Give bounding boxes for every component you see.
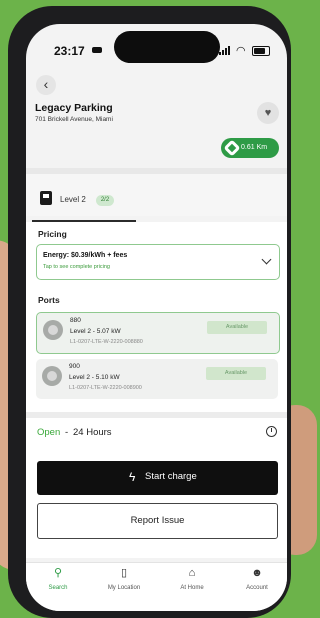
start-charge-button[interactable]: ϟ Start charge — [37, 461, 278, 495]
nav-my-location[interactable]: ▯ My Location — [94, 566, 154, 591]
location-title: Legacy Parking — [35, 102, 113, 114]
wifi-icon: ◠ — [236, 45, 246, 57]
nav-account[interactable]: ☻ Account — [227, 566, 287, 591]
pricing-energy: Energy: $0.39/kWh + fees — [43, 252, 128, 259]
port-id: 900 — [69, 363, 80, 370]
nav-label: Account — [246, 585, 268, 591]
nav-search[interactable]: ⚲ Search — [28, 566, 88, 591]
chevron-down-icon — [261, 254, 272, 265]
open-status: Open — [37, 427, 61, 438]
tab-count-badge: 2/2 — [96, 195, 114, 206]
phone-screen: 23:17 ◠ ‹ Legacy Parking 701 Brickell Av… — [26, 24, 287, 611]
port-power: Level 2 - 5.10 kW — [69, 374, 120, 381]
home-icon: ⌂ — [188, 567, 196, 579]
port-id: 880 — [70, 317, 81, 324]
nav-at-home[interactable]: ⌂ At Home — [162, 566, 222, 591]
distance-label: 0.61 Km — [241, 144, 268, 151]
dynamic-island — [114, 31, 220, 63]
location-address: 701 Brickell Avenue, Miami — [35, 116, 113, 123]
level-2-plug-icon — [40, 191, 52, 205]
heart-icon: ♥ — [264, 107, 272, 119]
port-status-badge: Available — [207, 321, 267, 334]
battery-icon — [252, 46, 270, 56]
distance-button[interactable]: 0.61 Km — [221, 138, 279, 158]
start-charge-label: Start charge — [145, 471, 197, 482]
lightning-icon: ϟ — [129, 470, 136, 484]
port-card-880[interactable]: 880 Level 2 - 5.07 kW L1-0207-LTE-W-2220… — [36, 312, 280, 354]
car-icon — [92, 47, 102, 53]
charger-icon: ▯ — [120, 567, 128, 579]
opening-hours: 24 Hours — [73, 427, 112, 438]
nav-label: Search — [48, 585, 68, 591]
report-issue-button[interactable]: Report Issue — [37, 503, 278, 539]
back-button[interactable]: ‹ — [36, 75, 56, 95]
ports-heading: Ports — [38, 295, 60, 305]
nav-label: At Home — [180, 585, 204, 591]
search-icon: ⚲ — [53, 567, 63, 579]
nav-label: My Location — [107, 585, 141, 591]
pricing-hint: Tap to see complete pricing — [43, 264, 110, 270]
connector-icon — [43, 320, 63, 340]
port-card-900[interactable]: 900 Level 2 - 5.10 kW L1-0207-LTE-W-2220… — [36, 359, 278, 399]
status-bar: 23:17 ◠ — [26, 24, 287, 64]
tab-label: Level 2 — [60, 195, 86, 204]
directions-icon — [223, 139, 241, 157]
favorite-button[interactable]: ♥ — [257, 102, 279, 124]
status-time: 23:17 — [54, 44, 85, 58]
account-icon: ☻ — [251, 567, 263, 579]
phone-frame: 23:17 ◠ ‹ Legacy Parking 701 Brickell Av… — [8, 6, 291, 618]
port-serial: L1-0207-LTE-W-2220-008880 — [70, 339, 143, 345]
pricing-heading: Pricing — [38, 229, 67, 239]
port-serial: L1-0207-LTE-W-2220-008900 — [69, 385, 142, 391]
port-power: Level 2 - 5.07 kW — [70, 328, 121, 335]
hours-separator: - — [65, 427, 69, 438]
signal-icon — [219, 46, 233, 55]
connector-icon — [42, 366, 62, 386]
clock-icon[interactable] — [266, 426, 277, 437]
port-status-badge: Available — [206, 367, 266, 380]
pricing-dropdown[interactable]: Energy: $0.39/kWh + fees Tap to see comp… — [36, 244, 280, 280]
chevron-left-icon: ‹ — [43, 76, 49, 92]
